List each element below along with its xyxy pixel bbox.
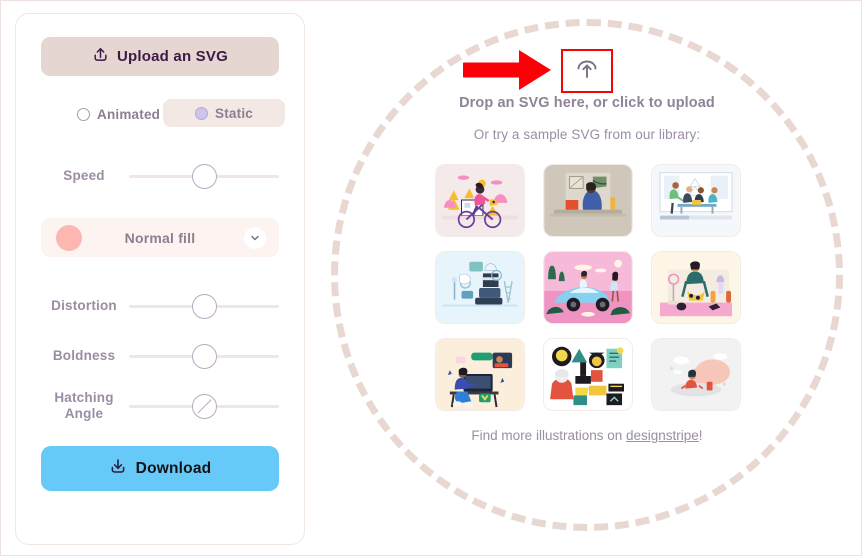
sample-thumbnail-2[interactable]	[543, 164, 633, 237]
mode-toggle-group: Animated Static	[41, 99, 285, 129]
sample-svg-grid	[435, 164, 741, 411]
footer-note-prefix: Find more illustrations on	[471, 428, 626, 443]
download-icon	[109, 457, 127, 480]
mode-option-animated[interactable]: Animated	[65, 100, 172, 128]
drop-zone-subtitle: Or try a sample SVG from our library:	[473, 127, 701, 142]
upload-icon	[92, 46, 109, 68]
footer-note: Find more illustrations on designstripe!	[333, 428, 841, 443]
slider-speed-label: Speed	[63, 168, 105, 184]
slider-hatching-angle-label-line1: Hatching	[54, 390, 114, 406]
diagonal-line-icon	[197, 398, 212, 414]
drop-zone-title: Drop an SVG here, or click to upload	[459, 95, 715, 111]
sample-thumbnail-8[interactable]	[543, 338, 633, 411]
footer-note-suffix: !	[698, 428, 703, 443]
fill-style-select[interactable]: Normal fill	[41, 218, 279, 257]
slider-hatching-angle[interactable]: Hatching Angle	[41, 389, 279, 423]
svg-editor-app: Upload an SVG Animated Static Speed Norm…	[0, 0, 862, 556]
download-button[interactable]: Download	[41, 446, 279, 491]
mode-option-static[interactable]: Static	[163, 99, 285, 127]
upload-cloud-icon[interactable]	[574, 57, 600, 86]
sample-thumbnail-5[interactable]	[543, 251, 633, 324]
slider-hatching-angle-label: Hatching Angle	[41, 390, 127, 422]
upload-svg-button-label: Upload an SVG	[117, 48, 228, 65]
slider-hatching-angle-label-line2: Angle	[64, 406, 104, 421]
radio-icon-animated[interactable]	[77, 107, 90, 121]
slider-speed-track[interactable]	[129, 163, 279, 189]
slider-speed-handle[interactable]	[191, 163, 217, 189]
fill-style-value: Normal fill	[124, 229, 196, 246]
slider-hatching-angle-track[interactable]	[129, 393, 279, 419]
pointing-arrow-annotation	[457, 48, 559, 97]
slider-boldness-track[interactable]	[129, 343, 279, 369]
slider-boldness-label: Boldness	[52, 348, 116, 364]
designstripe-link[interactable]: designstripe	[626, 428, 699, 443]
upload-svg-button[interactable]: Upload an SVG	[41, 37, 279, 76]
slider-distortion-track[interactable]	[129, 293, 279, 319]
sample-thumbnail-3[interactable]	[651, 164, 741, 237]
sample-thumbnail-9[interactable]	[651, 338, 741, 411]
mode-option-static-label: Static	[215, 105, 253, 121]
slider-distortion-handle[interactable]	[191, 293, 217, 319]
sample-thumbnail-1[interactable]	[435, 164, 525, 237]
slider-distortion[interactable]: Distortion	[41, 289, 279, 323]
slider-speed[interactable]: Speed	[41, 159, 279, 193]
controls-panel: Upload an SVG Animated Static Speed Norm…	[15, 13, 305, 545]
slider-distortion-label: Distortion	[51, 298, 117, 314]
download-button-label: Download	[135, 459, 212, 477]
sample-thumbnail-7[interactable]	[435, 338, 525, 411]
slider-hatching-angle-handle[interactable]	[191, 393, 217, 419]
radio-icon-static[interactable]	[195, 106, 209, 120]
sample-thumbnail-4[interactable]	[435, 251, 525, 324]
upload-target-highlight[interactable]	[561, 49, 613, 93]
slider-boldness[interactable]: Boldness	[41, 339, 279, 373]
slider-boldness-handle[interactable]	[191, 343, 217, 369]
mode-option-animated-label: Animated	[97, 106, 161, 122]
chevron-down-icon[interactable]	[244, 226, 266, 249]
sample-thumbnail-6[interactable]	[651, 251, 741, 324]
